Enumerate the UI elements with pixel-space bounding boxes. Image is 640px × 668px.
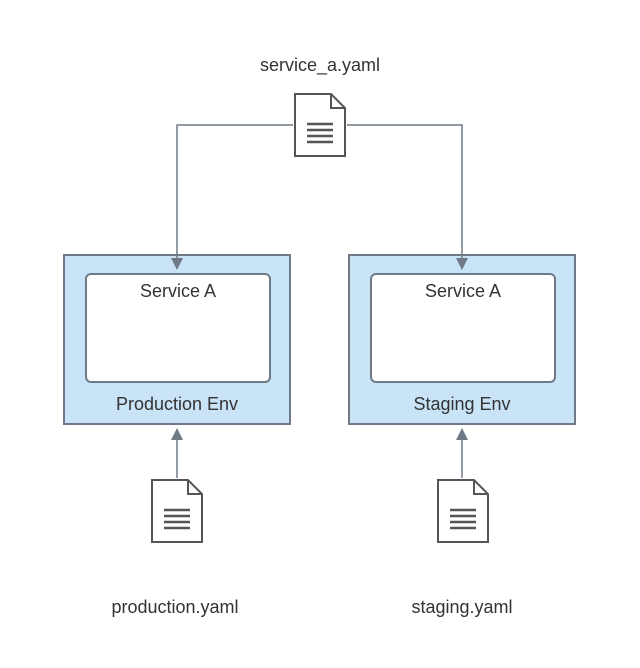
staging-file-label: staging.yaml	[362, 597, 562, 618]
arrow-top-to-staging	[347, 125, 462, 267]
production-env-label: Production Env	[65, 394, 289, 415]
staging-service-box: Service A	[370, 273, 556, 383]
staging-env-label: Staging Env	[350, 394, 574, 415]
arrow-top-to-production	[177, 125, 293, 267]
production-service-box: Service A	[85, 273, 271, 383]
file-icon	[293, 92, 347, 158]
production-file-label: production.yaml	[75, 597, 275, 618]
file-icon	[150, 478, 204, 544]
file-icon	[436, 478, 490, 544]
top-file-label: service_a.yaml	[200, 55, 440, 76]
